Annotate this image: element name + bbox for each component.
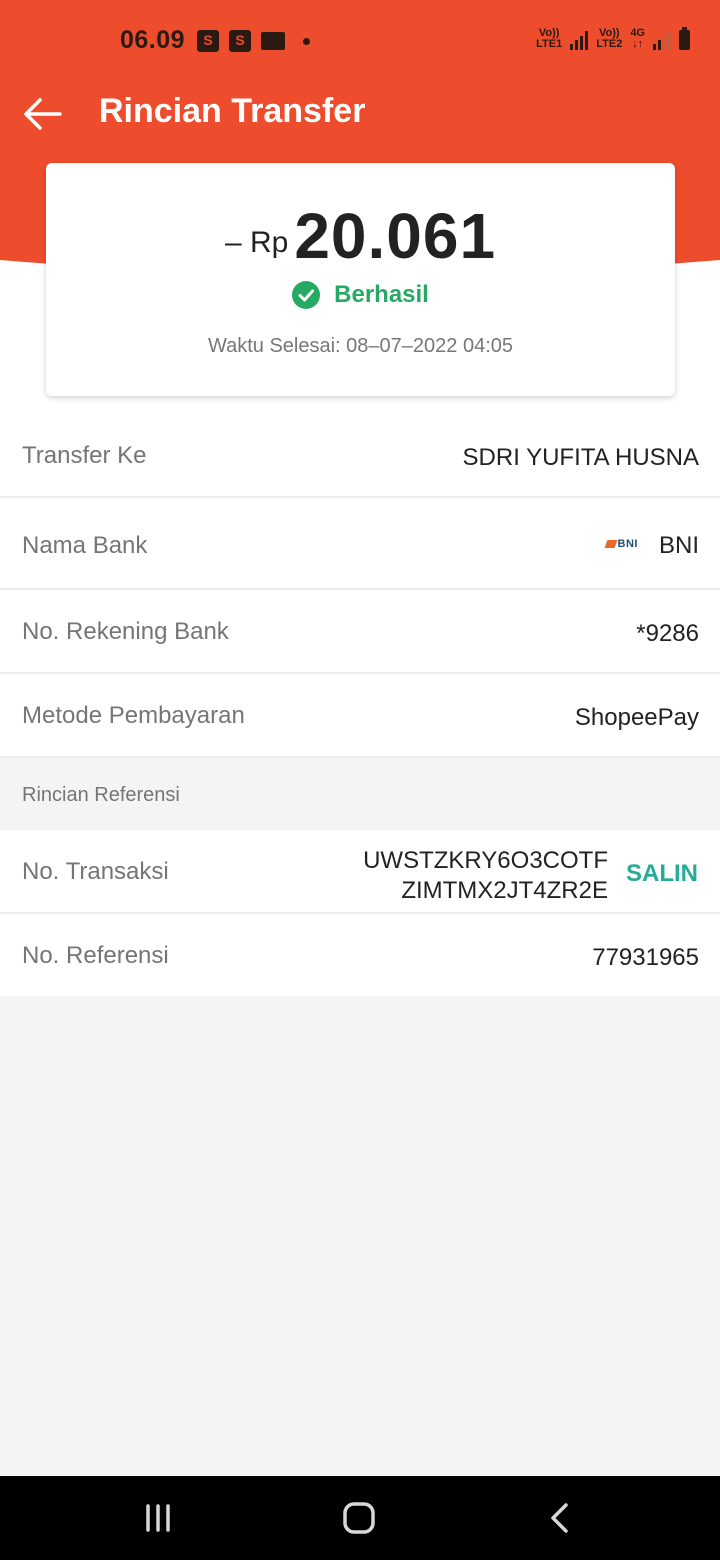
amount-prefix: – Rp: [224, 226, 289, 259]
detail-label: No. Rekening Bank: [22, 618, 229, 645]
sim2-indicator: Vo)) LTE2: [596, 28, 622, 50]
arrow-left-icon: [24, 98, 62, 130]
more-notifications-dot-icon: [303, 37, 310, 45]
detail-value: BNI: [658, 532, 699, 559]
detail-row-account-number: No. Rekening Bank *9286: [0, 590, 720, 674]
home-button[interactable]: [299, 1476, 419, 1560]
detail-row-reference-number: No. Referensi 77931965: [0, 914, 720, 996]
shopee-notification-icon: [197, 30, 219, 52]
detail-row-transaction-number: No. Transaksi UWSTZKRY6O3COTF ZIMTMX2JT4…: [0, 830, 720, 914]
status-row: Berhasil: [46, 281, 675, 309]
detail-label: No. Referensi: [22, 942, 169, 969]
notification-icons: [197, 30, 310, 52]
detail-value: *9286: [636, 620, 699, 647]
detail-row-bank-name: Nama Bank BNI BNI: [0, 498, 720, 590]
transaction-number-line1: UWSTZKRY6O3COTF: [363, 847, 608, 874]
recent-apps-button[interactable]: [98, 1476, 218, 1560]
transfer-details: Transfer Ke SDRI YUFITA HUSNA Nama Bank …: [0, 410, 720, 996]
bni-logo-mark: [604, 540, 618, 548]
shopee-notification-icon: [229, 30, 251, 52]
network-type-indicator: 4G ↓↑: [630, 28, 645, 50]
detail-value: 77931965: [592, 944, 699, 971]
back-button[interactable]: [20, 92, 66, 138]
amount-value: 20.061: [294, 200, 497, 272]
status-bar: 06.09 Vo)) LTE1 Vo)) LTE2 4G ↓↑: [0, 0, 720, 80]
bni-logo-icon: BNI: [604, 538, 638, 550]
status-indicators: Vo)) LTE1 Vo)) LTE2 4G ↓↑: [536, 27, 690, 50]
transaction-number: UWSTZKRY6O3COTF ZIMTMX2JT4ZR2E: [363, 846, 608, 906]
detail-label: No. Transaksi: [22, 858, 169, 885]
data-arrows-icon: ↓↑: [632, 38, 644, 50]
detail-value: SDRI YUFITA HUSNA: [462, 444, 699, 471]
signal-bars-2-icon: [653, 30, 671, 50]
back-icon: [551, 1503, 568, 1533]
detail-value: ShopeePay: [574, 704, 699, 731]
transaction-number-line2: ZIMTMX2JT4ZR2E: [401, 877, 608, 904]
status-text: Berhasil: [334, 281, 429, 308]
transfer-summary-card: – Rp20.061 Berhasil Waktu Selesai: 08–07…: [46, 163, 675, 396]
reference-section-header: Rincian Referensi: [0, 758, 720, 830]
nav-back-button[interactable]: [500, 1476, 620, 1560]
detail-label: Nama Bank: [22, 532, 148, 559]
bni-logo-text: BNI: [617, 538, 638, 550]
folder-icon: [261, 32, 285, 50]
status-time: 06.09: [120, 26, 186, 54]
detail-label: Transfer Ke: [22, 442, 147, 469]
sim1-indicator: Vo)) LTE1: [536, 28, 562, 50]
section-title: Rincian Referensi: [22, 784, 180, 806]
home-icon: [343, 1502, 375, 1534]
copy-button[interactable]: SALIN: [626, 860, 698, 888]
detail-row-transfer-to: Transfer Ke SDRI YUFITA HUSNA: [0, 410, 720, 498]
system-navigation-bar: [0, 1476, 720, 1560]
sim1-lte-label: LTE1: [536, 38, 563, 50]
completed-time: Waktu Selesai: 08–07–2022 04:05: [207, 335, 514, 357]
recent-apps-icon: [146, 1504, 170, 1532]
battery-icon: [679, 27, 690, 50]
check-circle-icon: [292, 281, 321, 309]
detail-label: Metode Pembayaran: [22, 702, 245, 729]
sim2-lte-label: LTE2: [596, 38, 623, 50]
amount-row: – Rp20.061: [46, 199, 675, 273]
screen: 06.09 Vo)) LTE1 Vo)) LTE2 4G ↓↑: [0, 0, 720, 1560]
detail-row-payment-method: Metode Pembayaran ShopeePay: [0, 674, 720, 758]
page-title: Rincian Transfer: [99, 92, 366, 130]
signal-bars-icon: [570, 30, 589, 50]
